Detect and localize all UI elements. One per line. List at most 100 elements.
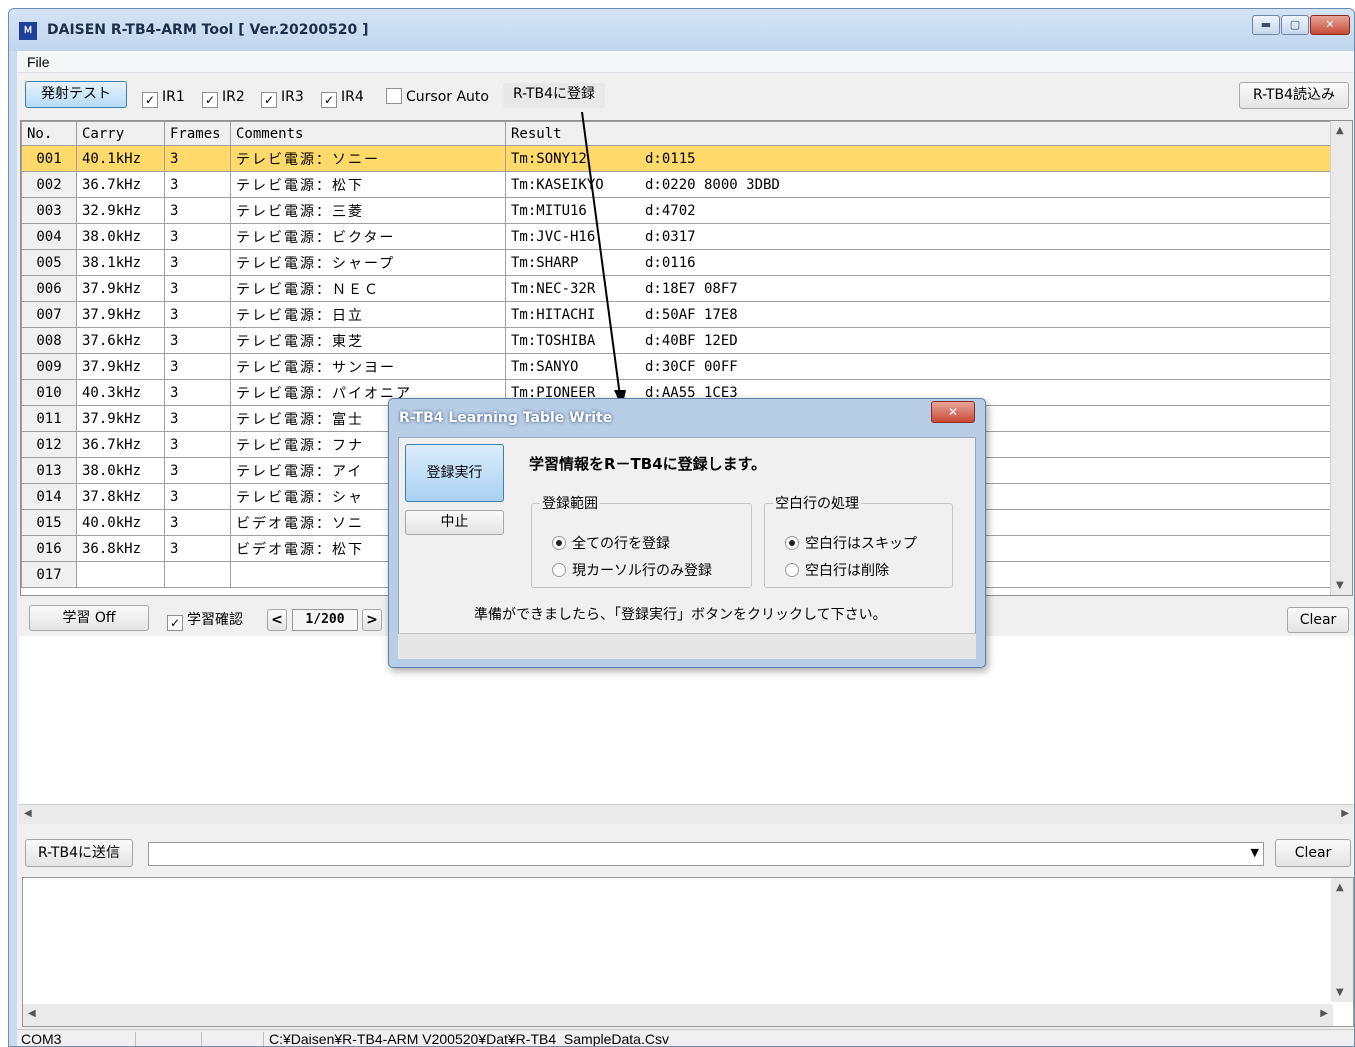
send-log-horizontal-scrollbar[interactable]: ◀ ▶	[23, 1004, 1333, 1026]
row-result-cell[interactable]: Tm:SONY12 d:0115	[505, 145, 1332, 172]
ir2-checkbox[interactable]: ✓ IR2	[202, 88, 245, 108]
row-comment-cell[interactable]: テレビ電源：ビクター	[230, 223, 506, 250]
row-frames-cell[interactable]: 3	[164, 353, 231, 380]
row-result-cell[interactable]: Tm:SANYO d:30CF 00FF	[505, 353, 1332, 380]
row-frames-cell[interactable]: 3	[164, 379, 231, 406]
row-frames-cell[interactable]: 3	[164, 327, 231, 354]
fire-test-button[interactable]: 発射テスト	[25, 81, 127, 108]
row-no-cell[interactable]: 015	[21, 509, 77, 536]
row-comment-cell[interactable]: テレビ電源：松下	[230, 171, 506, 198]
col-result[interactable]: Result	[505, 121, 1332, 146]
clear-send-button[interactable]: Clear	[1275, 839, 1351, 867]
blank-skip-radio[interactable]: 空白行はスキップ	[785, 535, 917, 553]
row-no-cell[interactable]: 008	[21, 327, 77, 354]
row-carry-cell[interactable]: 37.8kHz	[76, 483, 165, 510]
row-result-cell[interactable]: Tm:JVC-H16 d:0317	[505, 223, 1332, 250]
row-no-cell[interactable]: 002	[21, 171, 77, 198]
row-result-cell[interactable]: Tm:KASEIKYO d:0220 8000 3DBD	[505, 171, 1332, 198]
col-carry[interactable]: Carry	[76, 121, 165, 146]
row-carry-cell[interactable]: 37.9kHz	[76, 301, 165, 328]
row-frames-cell[interactable]: 3	[164, 197, 231, 224]
scroll-left-icon[interactable]: ◀	[24, 808, 32, 819]
col-comments[interactable]: Comments	[230, 121, 506, 146]
ir3-checkbox[interactable]: ✓ IR3	[261, 88, 304, 108]
row-comment-cell[interactable]: テレビ電源：ＮＥＣ	[230, 275, 506, 302]
row-frames-cell[interactable]: 3	[164, 301, 231, 328]
row-carry-cell[interactable]: 36.8kHz	[76, 535, 165, 562]
scroll-down-icon[interactable]: ▼	[1336, 580, 1344, 591]
row-frames-cell[interactable]: 3	[164, 457, 231, 484]
row-frames-cell[interactable]: 3	[164, 171, 231, 198]
range-cursor-radio[interactable]: 現カーソル行のみ登録	[552, 562, 712, 580]
row-frames-cell[interactable]: 3	[164, 249, 231, 276]
minimize-button[interactable]: ▬	[1252, 15, 1280, 35]
learn-log-horizontal-scrollbar[interactable]: ◀ ▶	[19, 804, 1354, 824]
execute-register-button[interactable]: 登録実行	[405, 444, 504, 502]
row-carry-cell[interactable]: 37.9kHz	[76, 405, 165, 432]
row-carry-cell[interactable]: 36.7kHz	[76, 171, 165, 198]
next-page-button[interactable]: >	[362, 609, 382, 631]
maximize-button[interactable]: ▢	[1281, 15, 1309, 35]
row-no-cell[interactable]: 006	[21, 275, 77, 302]
row-comment-cell[interactable]: テレビ電源：ソニー	[230, 145, 506, 172]
row-no-cell[interactable]: 005	[21, 249, 77, 276]
row-frames-cell[interactable]: 3	[164, 145, 231, 172]
row-carry-cell[interactable]	[76, 561, 165, 588]
send-command-combobox[interactable]: ▼	[148, 842, 1264, 866]
table-row[interactable]: 004 38.0kHz 3 テレビ電源：ビクター Tm:JVC-H16 d:0317	[21, 223, 1332, 250]
scroll-up-icon[interactable]: ▲	[1336, 882, 1344, 893]
table-row[interactable]: 006 37.9kHz 3 テレビ電源：ＮＥＣ Tm:NEC-32R d:18E7 08F…	[21, 275, 1332, 302]
row-comment-cell[interactable]: テレビ電源：東芝	[230, 327, 506, 354]
row-no-cell[interactable]: 014	[21, 483, 77, 510]
row-no-cell[interactable]: 016	[21, 535, 77, 562]
row-no-cell[interactable]: 013	[21, 457, 77, 484]
table-vertical-scrollbar[interactable]: ▲ ▼	[1330, 121, 1352, 595]
row-comment-cell[interactable]: テレビ電源：シャープ	[230, 249, 506, 276]
row-carry-cell[interactable]: 32.9kHz	[76, 197, 165, 224]
row-carry-cell[interactable]: 40.0kHz	[76, 509, 165, 536]
row-comment-cell[interactable]: テレビ電源：日立	[230, 301, 506, 328]
title-bar[interactable]: Ｍ DAISEN R-TB4-ARM Tool [ Ver.20200520 ]…	[9, 9, 1354, 51]
send-log-area[interactable]: ▲ ▼ ◀ ▶	[22, 877, 1354, 1027]
row-frames-cell[interactable]: 3	[164, 535, 231, 562]
row-no-cell[interactable]: 003	[21, 197, 77, 224]
row-frames-cell[interactable]: 3	[164, 509, 231, 536]
register-rtb4-button[interactable]: R-TB4に登録	[503, 83, 605, 108]
ir1-checkbox[interactable]: ✓ IR1	[142, 88, 185, 108]
row-no-cell[interactable]: 012	[21, 431, 77, 458]
abort-button[interactable]: 中止	[405, 510, 504, 535]
row-no-cell[interactable]: 017	[21, 561, 77, 588]
table-row[interactable]: 007 37.9kHz 3 テレビ電源：日立 Tm:HITACHI d:50AF 17E8	[21, 301, 1332, 328]
row-no-cell[interactable]: 011	[21, 405, 77, 432]
cursor-auto-checkbox[interactable]: Cursor Auto	[386, 88, 489, 106]
row-carry-cell[interactable]: 37.6kHz	[76, 327, 165, 354]
table-row[interactable]: 001 40.1kHz 3 テレビ電源：ソニー Tm:SONY12 d:0115	[21, 145, 1332, 172]
col-no[interactable]: No.	[21, 121, 77, 146]
row-carry-cell[interactable]: 37.9kHz	[76, 275, 165, 302]
row-no-cell[interactable]: 009	[21, 353, 77, 380]
scroll-right-icon[interactable]: ▶	[1320, 1008, 1328, 1019]
row-no-cell[interactable]: 001	[21, 145, 77, 172]
row-frames-cell[interactable]: 3	[164, 431, 231, 458]
row-no-cell[interactable]: 010	[21, 379, 77, 406]
row-carry-cell[interactable]: 38.0kHz	[76, 223, 165, 250]
row-carry-cell[interactable]: 37.9kHz	[76, 353, 165, 380]
send-log-vertical-scrollbar[interactable]: ▲ ▼	[1331, 878, 1353, 1002]
row-result-cell[interactable]: Tm:HITACHI d:50AF 17E8	[505, 301, 1332, 328]
table-row[interactable]: 009 37.9kHz 3 テレビ電源：サンヨー Tm:SANYO d:30CF 00FF	[21, 353, 1332, 380]
chevron-down-icon[interactable]: ▼	[1251, 846, 1259, 859]
row-carry-cell[interactable]: 40.3kHz	[76, 379, 165, 406]
table-row[interactable]: 008 37.6kHz 3 テレビ電源：東芝 Tm:TOSHIBA d:40BF 12ED	[21, 327, 1332, 354]
row-no-cell[interactable]: 007	[21, 301, 77, 328]
menu-file[interactable]: File	[27, 54, 50, 70]
prev-page-button[interactable]: <	[267, 609, 287, 631]
ir4-checkbox[interactable]: ✓ IR4	[321, 88, 364, 108]
scroll-up-icon[interactable]: ▲	[1336, 125, 1344, 136]
row-comment-cell[interactable]: テレビ電源：三菱	[230, 197, 506, 224]
col-frames[interactable]: Frames	[164, 121, 231, 146]
scroll-right-icon[interactable]: ▶	[1341, 808, 1349, 819]
row-result-cell[interactable]: Tm:NEC-32R d:18E7 08F7	[505, 275, 1332, 302]
row-frames-cell[interactable]: 3	[164, 405, 231, 432]
learn-confirm-checkbox[interactable]: ✓ 学習確認	[167, 611, 243, 631]
scroll-down-icon[interactable]: ▼	[1336, 987, 1344, 998]
